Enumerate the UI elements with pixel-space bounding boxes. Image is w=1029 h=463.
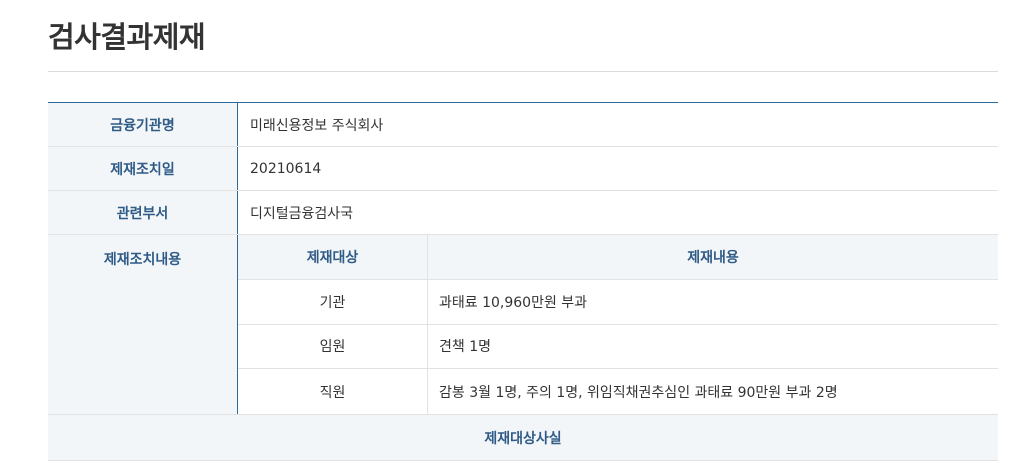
institution-row: 금융기관명 미래신용정보 주식회사 — [48, 103, 998, 147]
date-value: 20210614 — [250, 160, 322, 177]
sanction-content: 과태료 10,960만원 부과 — [439, 294, 588, 311]
sanction-content: 견책 1명 — [439, 339, 491, 356]
title-divider — [48, 71, 998, 72]
dept-row: 관련부서 디지털금융검사국 — [48, 191, 998, 235]
date-row: 제재조치일 20210614 — [48, 147, 998, 191]
date-label: 제재조치일 — [48, 147, 238, 190]
facts-header: 제재대상사실 — [48, 415, 998, 461]
table-row: 임원 견책 1명 — [238, 324, 998, 370]
institution-value: 미래신용정보 주식회사 — [250, 117, 384, 134]
sanction-label: 제재조치내용 — [48, 235, 238, 414]
sanction-target: 기관 — [238, 279, 428, 324]
sanction-subtable: 제재대상 제재내용 기관 과태료 10,960만원 부과 임원 견책 1명 직원… — [238, 235, 998, 414]
dept-label: 관련부서 — [48, 191, 238, 234]
sanction-content: 감봉 3월 1명, 주의 1명, 위임직채권추심인 과태료 90만원 부과 2명 — [439, 384, 838, 401]
page-title: 검사결과제재 — [48, 20, 206, 54]
table-row: 직원 감봉 3월 1명, 주의 1명, 위임직채권추심인 과태료 90만원 부과… — [238, 369, 998, 414]
content-header: 제재내용 — [687, 249, 739, 266]
target-header: 제재대상 — [238, 235, 428, 279]
sanction-row: 제재조치내용 제재대상 제재내용 기관 과태료 10,960만원 부과 임원 견… — [48, 235, 998, 415]
table-row: 기관 과태료 10,960만원 부과 — [238, 279, 998, 325]
dept-value: 디지털금융검사국 — [250, 205, 354, 222]
sanction-target: 직원 — [238, 369, 428, 414]
institution-label: 금융기관명 — [48, 103, 238, 146]
sanction-info-table: 금융기관명 미래신용정보 주식회사 제재조치일 20210614 관련부서 디지… — [48, 102, 998, 461]
sanction-header-row: 제재대상 제재내용 — [238, 235, 998, 280]
sanction-target: 임원 — [238, 324, 428, 369]
